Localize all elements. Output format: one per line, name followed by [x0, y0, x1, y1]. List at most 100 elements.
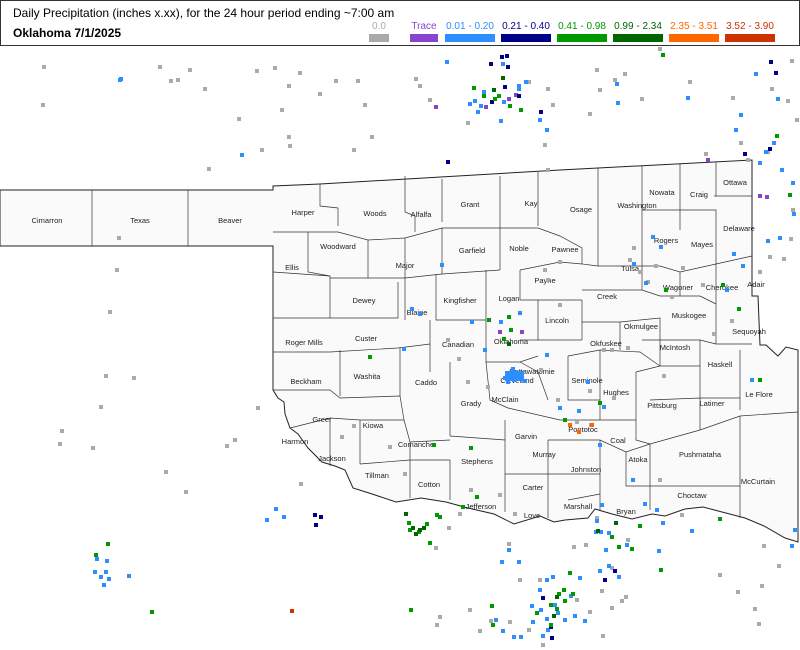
- station-marker: [770, 87, 774, 91]
- county-label: Dewey: [353, 296, 376, 305]
- station-marker: [418, 312, 422, 316]
- station-marker: [176, 78, 180, 82]
- station-marker: [701, 283, 705, 287]
- station-marker: [402, 347, 406, 351]
- station-marker: [493, 97, 497, 101]
- station-marker: [734, 128, 738, 132]
- county-label: Coal: [610, 436, 626, 445]
- station-marker: [499, 320, 503, 324]
- station-marker: [502, 337, 506, 341]
- station-marker: [298, 71, 302, 75]
- station-marker: [105, 559, 109, 563]
- station-marker: [414, 77, 418, 81]
- county-label: Cimarron: [32, 216, 63, 225]
- station-marker: [512, 635, 516, 639]
- station-marker: [466, 121, 470, 125]
- county-label: Love: [524, 511, 540, 520]
- station-marker: [482, 90, 486, 94]
- station-marker: [568, 423, 572, 427]
- station-marker: [501, 629, 505, 633]
- precip-legend: 0.0 Trace 0.01 - 0.20 0.21 - 0.40 0.41 - 0.9…: [1, 21, 800, 45]
- station-marker: [769, 60, 773, 64]
- county-label: Washington: [617, 201, 656, 210]
- county-label: Lincoln: [545, 316, 569, 325]
- legend-swatch: [725, 34, 775, 42]
- station-marker: [681, 266, 685, 270]
- county-label: Stephens: [461, 457, 493, 466]
- county-label: Pawnee: [551, 245, 578, 254]
- county-label: Carter: [523, 483, 544, 492]
- station-marker: [472, 86, 476, 90]
- station-marker: [188, 68, 192, 72]
- station-marker: [95, 557, 99, 561]
- legend-label: 2.35 - 3.51: [670, 21, 718, 32]
- county-label: Muskogee: [672, 311, 707, 320]
- station-marker: [758, 378, 762, 382]
- county-label: Nowata: [649, 188, 675, 197]
- station-marker: [507, 97, 511, 101]
- county-label: Garfield: [459, 246, 485, 255]
- station-marker: [520, 330, 524, 334]
- station-marker: [757, 622, 761, 626]
- station-marker: [750, 378, 754, 382]
- station-marker: [690, 529, 694, 533]
- county-label: Rogers: [654, 236, 678, 245]
- county-label: Roger Mills: [285, 338, 323, 347]
- station-marker: [99, 575, 103, 579]
- station-marker: [661, 53, 665, 57]
- station-marker: [352, 424, 356, 428]
- county-label: Hughes: [603, 388, 629, 397]
- county-label: Pushmataha: [679, 450, 722, 459]
- station-marker: [508, 620, 512, 624]
- station-marker: [630, 547, 634, 551]
- station-marker: [541, 643, 545, 647]
- station-marker: [432, 443, 436, 447]
- county-label: McClain: [491, 395, 518, 404]
- station-marker: [643, 502, 647, 506]
- station-marker: [498, 330, 502, 334]
- station-marker: [287, 84, 291, 88]
- station-marker: [403, 472, 407, 476]
- station-marker: [428, 541, 432, 545]
- station-marker: [313, 513, 317, 517]
- station-marker: [256, 406, 260, 410]
- station-marker: [501, 76, 505, 80]
- station-marker: [487, 318, 491, 322]
- station-marker: [150, 610, 154, 614]
- station-marker: [470, 320, 474, 324]
- station-marker: [407, 521, 411, 525]
- county-label: Harper: [292, 208, 315, 217]
- county-label: Craig: [690, 190, 708, 199]
- station-marker: [578, 576, 582, 580]
- county-label: Grady: [461, 399, 482, 408]
- station-marker: [732, 252, 736, 256]
- station-marker: [776, 97, 780, 101]
- county-label: Comanche: [398, 440, 434, 449]
- county-label: Washita: [354, 372, 382, 381]
- county-label: McIntosh: [660, 343, 690, 352]
- station-marker: [469, 446, 473, 450]
- station-marker: [500, 560, 504, 564]
- station-marker: [558, 260, 562, 264]
- station-marker: [489, 62, 493, 66]
- station-marker: [765, 195, 769, 199]
- county-label: Garvin: [515, 432, 537, 441]
- station-marker: [664, 288, 668, 292]
- legend-label: 0.01 - 0.20: [446, 21, 494, 32]
- county-label: Custer: [355, 334, 378, 343]
- station-marker: [774, 71, 778, 75]
- station-marker: [94, 553, 98, 557]
- station-marker: [503, 85, 507, 89]
- county-label: Latimer: [699, 399, 725, 408]
- station-marker: [207, 167, 211, 171]
- station-marker: [363, 103, 367, 107]
- station-marker: [555, 595, 559, 599]
- station-marker: [712, 332, 716, 336]
- station-marker: [340, 435, 344, 439]
- station-marker: [553, 603, 557, 607]
- station-marker: [688, 80, 692, 84]
- station-marker: [530, 604, 534, 608]
- station-marker: [288, 144, 292, 148]
- station-marker: [42, 65, 46, 69]
- station-marker: [626, 538, 630, 542]
